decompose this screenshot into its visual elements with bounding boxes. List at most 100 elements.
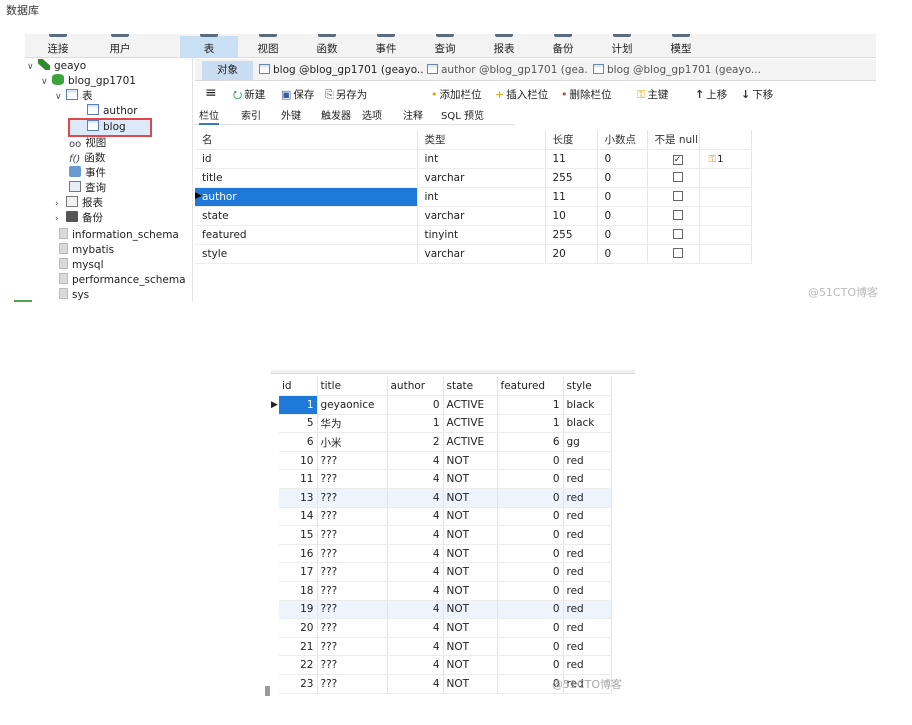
tree-node-connection[interactable]: ∨ geayo xyxy=(27,59,86,74)
cell-id[interactable]: 15 xyxy=(279,525,318,545)
table-row[interactable]: 6 小米 2 ACTIVE 6 gg xyxy=(279,432,612,452)
field-decimals[interactable]: 0 xyxy=(597,225,648,245)
cell-author[interactable]: 0 xyxy=(387,395,444,415)
cell-id[interactable]: 10 xyxy=(279,451,318,471)
cell-id[interactable]: 18 xyxy=(279,581,318,601)
field-decimals[interactable]: 0 xyxy=(597,206,648,226)
insert-field-button[interactable]: + 插入栏位 xyxy=(495,87,548,103)
field-type[interactable]: varchar xyxy=(417,244,546,265)
cell-state[interactable]: NOT xyxy=(443,507,498,527)
cell-author[interactable]: 4 xyxy=(387,637,444,657)
cell-style[interactable]: black xyxy=(563,395,612,415)
subtab-indexes[interactable]: 索引 xyxy=(241,108,261,125)
table-row[interactable]: 1 geyaonice 0 ACTIVE 1 black xyxy=(279,395,612,415)
cell-style[interactable]: red xyxy=(563,469,612,490)
toolbar-query-button[interactable]: 查询 xyxy=(416,34,474,58)
field-length[interactable]: 255 xyxy=(545,168,598,188)
not-null-checkbox[interactable] xyxy=(672,247,683,258)
cell-title[interactable]: 小米 xyxy=(317,432,388,452)
cell-style[interactable]: black xyxy=(563,414,612,434)
cell-featured[interactable]: 0 xyxy=(497,655,564,675)
table-row[interactable]: 17 ??? 4 NOT 0 red xyxy=(279,562,612,583)
cell-featured[interactable]: 1 xyxy=(497,414,564,434)
cell-featured[interactable]: 0 xyxy=(497,600,564,620)
toolbar-backup-button[interactable]: 备份 xyxy=(534,34,592,58)
save-button[interactable]: ▣ 保存 xyxy=(281,87,314,103)
field-name[interactable]: author xyxy=(195,187,418,207)
cell-state[interactable]: NOT xyxy=(443,618,498,638)
field-length[interactable]: 255 xyxy=(545,225,598,245)
cell-id[interactable]: 13 xyxy=(279,488,318,508)
tree-db-mysql[interactable]: mysql xyxy=(59,258,104,273)
field-row-selected[interactable]: author int 11 0 xyxy=(195,187,752,207)
move-down-button[interactable]: ↓ 下移 xyxy=(741,87,773,103)
field-not-null[interactable] xyxy=(647,244,700,265)
subtab-sql-preview[interactable]: SQL 预览 xyxy=(441,108,484,125)
table-row[interactable]: 11 ??? 4 NOT 0 red xyxy=(279,469,612,490)
not-null-checkbox[interactable] xyxy=(672,190,683,201)
subtab-comment[interactable]: 注释 xyxy=(403,108,423,125)
col-header-id[interactable]: id xyxy=(279,377,318,397)
tree-db-mybatis[interactable]: mybatis xyxy=(59,243,114,258)
tree-node-events[interactable]: 事件 xyxy=(69,166,106,181)
toolbar-report-button[interactable]: 报表 xyxy=(475,34,533,58)
tree-node-queries[interactable]: 查询 xyxy=(69,181,106,196)
cell-featured[interactable]: 0 xyxy=(497,618,564,638)
cell-id[interactable]: 20 xyxy=(279,618,318,638)
field-decimals[interactable]: 0 xyxy=(597,187,648,207)
cell-featured[interactable]: 0 xyxy=(497,637,564,657)
field-type[interactable]: varchar xyxy=(417,206,546,226)
toolbar-schedule-button[interactable]: 计划 xyxy=(593,34,651,58)
cell-author[interactable]: 4 xyxy=(387,674,444,694)
subtab-options[interactable]: 选项 xyxy=(362,108,382,125)
field-length[interactable]: 11 xyxy=(545,149,598,169)
cell-id[interactable]: 19 xyxy=(279,600,318,620)
cell-state[interactable]: NOT xyxy=(443,451,498,471)
save-as-button[interactable]: ⎘ 另存为 xyxy=(325,87,367,103)
cell-state[interactable]: NOT xyxy=(443,544,498,564)
cell-featured[interactable]: 0 xyxy=(497,562,564,583)
field-row[interactable]: title varchar 255 0 xyxy=(195,168,752,188)
field-not-null[interactable] xyxy=(647,206,700,226)
cell-title[interactable]: ??? xyxy=(317,655,388,675)
cell-author[interactable]: 4 xyxy=(387,451,444,471)
cell-id[interactable]: 23 xyxy=(279,674,318,694)
table-row[interactable]: 16 ??? 4 NOT 0 red xyxy=(279,544,612,564)
cell-style[interactable]: gg xyxy=(563,432,612,452)
field-decimals[interactable]: 0 xyxy=(597,168,648,188)
cell-featured[interactable]: 0 xyxy=(497,525,564,545)
field-length[interactable]: 20 xyxy=(545,244,598,265)
field-name[interactable]: featured xyxy=(195,225,418,245)
field-name[interactable]: title xyxy=(195,168,418,188)
cell-style[interactable]: red xyxy=(563,488,612,508)
field-type[interactable]: int xyxy=(417,187,546,207)
cell-title[interactable]: ??? xyxy=(317,451,388,471)
toolbar-user-button[interactable]: 用户 xyxy=(91,34,149,58)
new-button[interactable]: ⭮ 新建 xyxy=(233,87,265,103)
table-row[interactable]: 13 ??? 4 NOT 0 red xyxy=(279,488,612,508)
cell-author[interactable]: 2 xyxy=(387,432,444,452)
tree-db-sys[interactable]: sys xyxy=(59,288,89,302)
table-row[interactable]: 15 ??? 4 NOT 0 red xyxy=(279,525,612,545)
tab-blog-design[interactable]: blog @blog_gp1701 (geayo... xyxy=(259,61,423,80)
tree-node-backups[interactable]: › 备份 xyxy=(55,211,103,226)
cell-state[interactable]: NOT xyxy=(443,469,498,490)
col-header-state[interactable]: state xyxy=(443,377,498,397)
cell-title[interactable]: ??? xyxy=(317,525,388,545)
cell-author[interactable]: 4 xyxy=(387,562,444,583)
cell-state[interactable]: NOT xyxy=(443,600,498,620)
subtab-triggers[interactable]: 触发器 xyxy=(321,108,351,125)
cell-title[interactable]: ??? xyxy=(317,637,388,657)
cell-id[interactable]: 17 xyxy=(279,562,318,583)
col-header-not-null[interactable]: 不是 null xyxy=(647,130,700,150)
cell-title[interactable]: ??? xyxy=(317,674,388,694)
tree-node-views[interactable]: oo 视图 xyxy=(69,136,106,151)
col-header-name[interactable]: 名 xyxy=(195,130,418,150)
tree-node-tables[interactable]: ∨ 表 xyxy=(55,89,93,104)
cell-featured[interactable]: 0 xyxy=(497,544,564,564)
table-row[interactable]: 20 ??? 4 NOT 0 red xyxy=(279,618,612,638)
toolbar-function-button[interactable]: 函数 xyxy=(298,34,356,58)
cell-featured[interactable]: 0 xyxy=(497,469,564,490)
cell-style[interactable]: red xyxy=(563,451,612,471)
field-not-null[interactable] xyxy=(647,225,700,245)
